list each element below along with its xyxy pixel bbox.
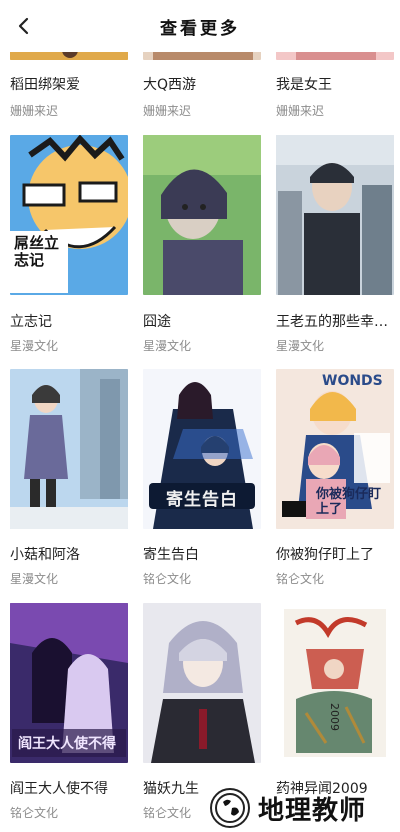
comic-author: 姗姗来迟 <box>10 104 59 118</box>
comic-title: 稻田绑架爱 <box>10 77 80 93</box>
comic-author: 星漫文化 <box>10 572 59 586</box>
comic-cover: 阎王大人使不得 <box>10 603 128 763</box>
comic-author: 姗姗来迟 <box>143 104 192 118</box>
comic-title: 小菇和阿洛 <box>10 547 80 563</box>
comic-title: 囧途 <box>143 314 171 330</box>
comic-cover <box>143 135 261 295</box>
top-bar: 查看更多 <box>0 0 400 52</box>
comic-title: 寄生告白 <box>143 547 199 563</box>
comic-author: 星漫文化 <box>276 339 325 353</box>
page-title: 查看更多 <box>160 19 240 39</box>
comic-cover <box>143 603 261 763</box>
comic-author: 铭仑文化 <box>143 572 192 586</box>
comic-cover: 2009 <box>276 603 394 763</box>
comic-author: 铭仑文化 <box>276 572 325 586</box>
cover-text: 你被狗仔盯上了 <box>316 487 382 517</box>
comic-title: 立志记 <box>10 314 52 330</box>
comic-author: 星漫文化 <box>10 339 59 353</box>
comic-title: 大Q西游 <box>143 77 197 93</box>
comic-cover <box>276 135 394 295</box>
comic-cover: WONDS 你被狗仔盯上了 <box>276 369 394 529</box>
cover-text: 2009 <box>328 703 341 731</box>
watermark: 地理教师 <box>210 784 400 832</box>
cover-text: 寄生告白 <box>166 490 238 510</box>
globe-icon <box>210 788 250 828</box>
comic-title: 你被狗仔盯上了 <box>276 547 374 563</box>
comic-cover: 寄生告白 <box>143 369 261 529</box>
comic-author: 姗姗来迟 <box>276 104 325 118</box>
cover-text: WONDS <box>322 373 383 389</box>
comic-cover: 屌丝立志记 <box>10 135 128 295</box>
cover-text: 阎王大人使不得 <box>18 736 116 752</box>
comic-title: 王老五的那些幸… <box>276 314 388 330</box>
cover-text: 屌丝立志记 <box>14 234 60 269</box>
comic-author: 铭仑文化 <box>10 806 59 820</box>
watermark-text: 地理教师 <box>258 795 367 826</box>
comic-title: 我是女王 <box>276 77 332 93</box>
comic-cover <box>10 369 128 529</box>
comic-title: 阎王大人使不得 <box>10 781 108 797</box>
comic-author: 星漫文化 <box>143 339 192 353</box>
